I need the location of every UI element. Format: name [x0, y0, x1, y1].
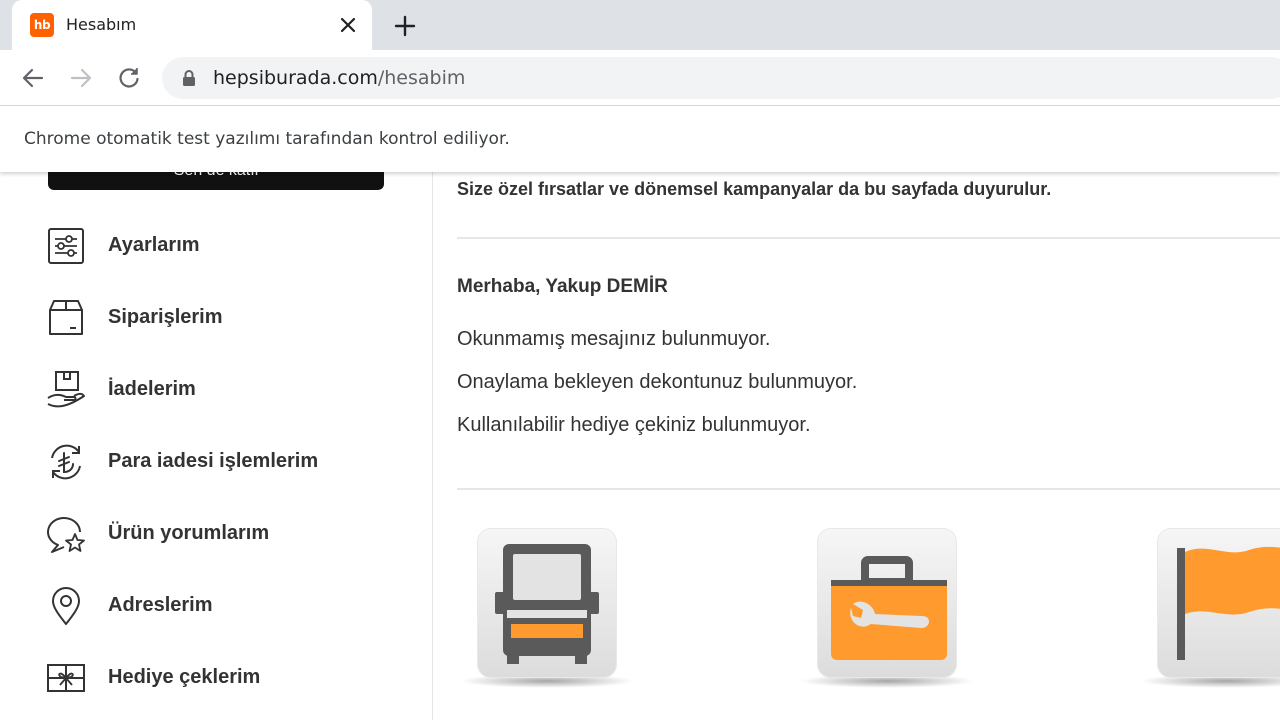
browser-tab[interactable]: hb Hesabım — [12, 0, 372, 50]
sidebar-item-label: Adreslerim — [108, 594, 213, 616]
messages-status: Okunmamış mesajınız bulunmuyor. — [457, 328, 771, 350]
sidebar-item-label: Siparişlerim — [108, 306, 223, 328]
gift-cards-status: Kullanılabilir hediye çekiniz bulunmuyor… — [457, 414, 811, 436]
campaign-tile[interactable] — [1139, 528, 1280, 688]
sidebar-item-returns[interactable]: İadelerim — [44, 364, 404, 414]
infobar-text: Chrome otomatik test yazılımı tarafından… — [24, 129, 510, 149]
close-icon[interactable] — [337, 14, 359, 36]
return-hand-box-icon — [47, 371, 85, 408]
toolbox-wrench-icon — [831, 556, 947, 660]
tab-strip: hb Hesabım — [0, 0, 1280, 50]
package-box-icon — [49, 300, 83, 335]
lock-icon[interactable] — [180, 69, 198, 87]
sidebar-item-settings[interactable]: Ayarlarım — [44, 220, 404, 270]
url-host: hepsiburada.com — [213, 67, 378, 89]
divider — [457, 237, 1280, 239]
new-tab-plus-icon[interactable] — [392, 13, 418, 39]
review-star-icon — [47, 517, 85, 553]
automation-infobar: Chrome otomatik test yazılımı tarafından… — [0, 106, 1280, 172]
back-arrow-icon[interactable] — [20, 65, 46, 91]
divider — [457, 488, 1280, 490]
url-path: /hesabim — [377, 67, 466, 89]
location-pin-icon — [52, 587, 80, 625]
account-page: Sen de katıl Ayarlarım Siparişlerim — [0, 172, 1280, 720]
forward-arrow-icon[interactable] — [68, 65, 94, 91]
address-bar[interactable]: hepsiburada.com/hesabim — [162, 57, 1280, 99]
sidebar-item-label: İadelerim — [108, 378, 196, 400]
sidebar-item-reviews[interactable]: Ürün yorumlarım — [44, 508, 404, 558]
gift-card-icon — [47, 664, 85, 692]
sidebar-item-gift-cards[interactable]: Hediye çeklerim — [44, 652, 404, 702]
sidebar-item-orders[interactable]: Siparişlerim — [44, 292, 404, 342]
promo-text: Size özel fırsatlar ve dönemsel kampanya… — [457, 179, 1052, 199]
settings-sliders-icon — [48, 228, 84, 264]
url-text[interactable]: hepsiburada.com/hesabim — [213, 67, 465, 89]
browser-toolbar: hepsiburada.com/hesabim — [0, 50, 1280, 106]
sidebar-item-label: Ayarlarım — [108, 234, 200, 256]
sidebar-item-label: Hediye çeklerim — [108, 666, 261, 688]
join-button[interactable]: Sen de katıl — [48, 172, 384, 190]
truck-icon — [495, 544, 599, 664]
sidebar-item-label: Para iadesi işlemlerim — [108, 450, 319, 472]
sidebar-item-refunds[interactable]: Para iadesi işlemlerim — [44, 436, 404, 486]
receipts-status: Onaylama bekleyen dekontunuz bulunmuyor. — [457, 371, 858, 393]
shipping-tile[interactable] — [459, 528, 635, 688]
hepsiburada-favicon-icon: hb — [30, 13, 54, 37]
sidebar-item-label: Ürün yorumlarım — [108, 522, 270, 544]
lira-refund-icon — [51, 444, 81, 480]
greeting-text: Merhaba, Yakup DEMİR — [457, 276, 668, 297]
account-main: Size özel fırsatlar ve dönemsel kampanya… — [457, 172, 1280, 720]
account-sidebar: Sen de katıl Ayarlarım Siparişlerim — [0, 172, 433, 720]
tab-title: Hesabım — [66, 15, 137, 34]
reload-icon[interactable] — [116, 65, 142, 91]
flag-icon — [1177, 546, 1280, 660]
service-tile[interactable] — [799, 528, 975, 688]
sidebar-item-addresses[interactable]: Adreslerim — [44, 580, 404, 630]
